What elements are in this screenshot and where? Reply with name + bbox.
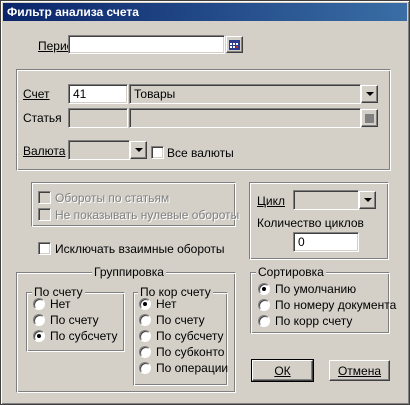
sorting-radio-label: По корр счету [275, 314, 353, 328]
hide-zero-turnover-checkbox [38, 208, 51, 221]
group-by-corr-account-radio[interactable] [139, 330, 151, 342]
group-by-corr-account-radio-label: По субконто [156, 345, 225, 359]
chevron-down-icon [363, 198, 372, 202]
article-label: Статья [23, 111, 62, 125]
radio-selected-dot [262, 287, 266, 291]
title-bar[interactable]: Фильтр анализа счета [3, 3, 407, 21]
chevron-down-icon [134, 148, 143, 152]
calendar-icon [229, 39, 240, 50]
turnover-by-articles-label: Обороты по статьям [55, 191, 170, 205]
cancel-button[interactable]: Отмена [329, 360, 390, 381]
group-by-corr-account-radio[interactable] [139, 298, 151, 310]
chevron-down-icon [365, 92, 374, 96]
all-currencies-label: Все валюты [167, 146, 234, 160]
sorting-radio[interactable] [258, 315, 270, 327]
cycle-count-input[interactable]: 0 [293, 232, 359, 252]
hide-zero-turnover-label: Не показывать нулевые обороты [55, 208, 240, 222]
filter-dialog: Фильтр анализа счета Период Счет 41 Това… [0, 0, 410, 405]
group-by-corr-account-radio-label: По субсчету [156, 329, 224, 343]
account-dropdown-button[interactable] [361, 85, 378, 103]
article-select-button [361, 109, 378, 127]
grouping-title: Группировка [92, 265, 166, 279]
turnover-by-articles-checkbox [38, 191, 51, 204]
cancel-button-label: Отмена [337, 363, 382, 378]
account-name-value: Товары [134, 87, 176, 101]
sorting-radio-label: По умолчанию [275, 282, 357, 296]
cycle-count-value: 0 [298, 235, 305, 249]
window-title: Фильтр анализа счета [7, 5, 139, 19]
group-by-corr-account-radio-label: По счету [156, 313, 205, 327]
radio-selected-dot [37, 334, 41, 338]
currency-label: Валюта [23, 144, 65, 158]
exclude-mutual-checkbox[interactable] [38, 242, 51, 255]
currency-select[interactable] [68, 140, 130, 160]
account-code-value: 41 [73, 87, 87, 101]
cycle-count-label: Количество циклов [257, 216, 364, 230]
account-label: Счет [23, 87, 50, 101]
group-by-corr-account-radio[interactable] [139, 346, 151, 358]
ok-button-label: ОК [274, 363, 291, 378]
currency-label-text: Валюта [23, 144, 66, 158]
group-by-account-radio-label: По субсчету [50, 329, 118, 343]
cycle-label: Цикл [257, 194, 285, 208]
group-by-account-radio[interactable] [33, 330, 45, 342]
sorting-radio[interactable] [258, 283, 270, 295]
group-by-corr-account-radio-label: Нет [156, 297, 177, 311]
article-label-text: Статья [23, 111, 62, 125]
currency-dropdown-button[interactable] [130, 141, 147, 159]
radio-selected-dot [143, 302, 147, 306]
sorting-radio[interactable] [258, 299, 270, 311]
sorting-radio-label: По номеру документа [275, 298, 397, 312]
group-by-account-radio-label: Нет [50, 297, 71, 311]
group-by-account-radio[interactable] [33, 298, 45, 310]
cycle-select[interactable] [293, 190, 359, 210]
article-code-input [68, 108, 128, 128]
period-input[interactable] [68, 35, 225, 54]
group-by-corr-account-radio[interactable] [139, 362, 151, 374]
account-code-input[interactable]: 41 [68, 84, 128, 104]
group-by-account-radio-label: По счету [50, 313, 99, 327]
ok-button[interactable]: ОК [251, 359, 314, 382]
all-currencies-checkbox[interactable] [151, 146, 164, 159]
account-name-field: Товары [129, 84, 361, 104]
sorting-title: Сортировка [256, 265, 326, 279]
group-by-account-radio[interactable] [33, 314, 45, 326]
article-name-field [129, 108, 361, 128]
group-by-corr-account-radio[interactable] [139, 314, 151, 326]
group-by-corr-account-radio-label: По операции [156, 361, 229, 375]
exclude-mutual-label: Исключать взаимные обороты [55, 242, 225, 256]
cycle-dropdown-button[interactable] [359, 191, 376, 209]
account-label-text: Счет [23, 87, 50, 101]
calendar-button[interactable] [226, 36, 243, 53]
cycle-label-text: Цикл [257, 194, 285, 208]
select-square-icon [365, 113, 374, 123]
